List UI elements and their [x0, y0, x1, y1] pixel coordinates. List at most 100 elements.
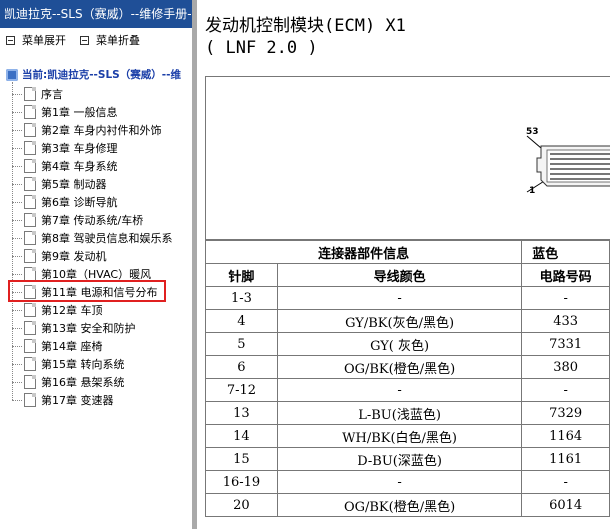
wire-color-cell: L-BU(浅蓝色) [276, 401, 523, 425]
tree-item[interactable]: 第15章 转向系统 [12, 355, 125, 373]
connector-color-header: 蓝色 [521, 240, 610, 264]
tree-branch-line [12, 219, 22, 221]
book-icon [6, 68, 18, 81]
circuit-number-cell: 1164 [521, 424, 610, 448]
wire-color-cell: OG/BK(橙色/黑色) [276, 493, 523, 517]
tree-item-label: 第8章 驾驶员信息和娱乐系 [41, 232, 173, 245]
tree-branch-line [12, 165, 22, 167]
document-icon [24, 195, 36, 209]
document-icon [24, 321, 36, 335]
wire-color-cell: - [276, 286, 523, 310]
tree-root-label: 当前:凯迪拉克--SLS（赛威）--维 [22, 69, 181, 81]
document-icon [24, 303, 36, 317]
collapse-icon [80, 35, 89, 45]
circuit-number-cell: - [521, 378, 610, 402]
pin-cell: 15 [205, 447, 278, 471]
wire-color-cell: - [276, 378, 523, 402]
tree-item[interactable]: 第14章 座椅 [12, 337, 103, 355]
window-title: 凯迪拉克--SLS（赛威）--维修手册-- [0, 0, 192, 28]
pin-cell: 1-3 [205, 286, 278, 310]
tree-item[interactable]: 第1章 一般信息 [12, 103, 118, 121]
table-row: 5 GY( 灰色) 7331 [205, 332, 610, 356]
table-row: 4 GY/BK(灰色/黑色) 433 [205, 309, 610, 333]
wire-color-cell: - [276, 470, 523, 494]
tree-toolbar: 菜单展开 菜单折叠 [0, 30, 192, 48]
connector-info-header: 连接器部件信息 [204, 240, 523, 264]
tree-item-label: 第12章 车顶 [41, 304, 103, 317]
tree-branch-line [12, 129, 22, 131]
circuit-number-cell: 1161 [521, 447, 610, 471]
tree-branch-line [12, 327, 22, 329]
tree-branch-line [12, 93, 22, 95]
table-row: 15 D-BU(深蓝色) 1161 [205, 447, 610, 471]
document-icon [24, 357, 36, 371]
tree-branch-line [12, 183, 22, 185]
document-icon [24, 123, 36, 137]
table-row: 7-12- - [205, 378, 610, 402]
tree-item[interactable]: 序言 [12, 85, 63, 103]
tree-item-label: 第5章 制动器 [41, 178, 107, 191]
page-title-line-1: 发动机控制模块(ECM) X1 [205, 16, 406, 36]
tree-branch-line [12, 147, 22, 149]
wire-color-cell: WH/BK(白色/黑色) [276, 424, 523, 448]
circuit-number-cell: 380 [521, 355, 610, 379]
table-row: 13 L-BU(浅蓝色) 7329 [205, 401, 610, 425]
table-row: 14 WH/BK(白色/黑色) 1164 [205, 424, 610, 448]
wire-color-cell: GY( 灰色) [276, 332, 523, 356]
table-row: 16-19- - [205, 470, 610, 494]
tree-item[interactable]: 第4章 车身系统 [12, 157, 118, 175]
tree-item[interactable]: 第7章 传动系统/车桥 [12, 211, 143, 229]
page-title-line-2: ( LNF 2.0 ) [205, 38, 318, 58]
document-icon [24, 213, 36, 227]
pin-cell: 6 [205, 355, 278, 379]
document-pane: 发动机控制模块(ECM) X1 ( LNF 2.0 ) 53 1 连接器部件信息… [197, 0, 610, 529]
tree-item-label: 第14章 座椅 [41, 340, 103, 353]
tree-item[interactable]: 第17章 变速器 [12, 391, 114, 409]
tree-item[interactable]: 第5章 制动器 [12, 175, 107, 193]
pin-cell: 7-12 [205, 378, 278, 402]
tree-item[interactable]: 第12章 车顶 [12, 301, 103, 319]
document-icon [24, 375, 36, 389]
tree-item[interactable]: 第6章 诊断导航 [12, 193, 118, 211]
document-icon [24, 393, 36, 407]
tree-root[interactable]: 当前:凯迪拉克--SLS（赛威）--维 [6, 67, 181, 82]
circuit-number-column-header: 电路号码 [521, 263, 610, 287]
page-title: 发动机控制模块(ECM) X1 ( LNF 2.0 ) [205, 15, 406, 59]
circuit-number-cell: - [521, 470, 610, 494]
tree-branch-line [12, 111, 22, 113]
tree-item[interactable]: 第16章 悬架系统 [12, 373, 125, 391]
table-row: 1-3- - [205, 286, 610, 310]
wire-color-cell: OG/BK(橙色/黑色) [276, 355, 523, 379]
collapse-menu-button[interactable]: 菜单折叠 [80, 32, 140, 48]
expand-icon [6, 35, 15, 45]
circuit-number-cell: 7329 [521, 401, 610, 425]
tree-branch-line [12, 309, 22, 311]
tree-branch-line [12, 399, 22, 401]
document-icon [24, 141, 36, 155]
tree-branch-line [12, 381, 22, 383]
table-row: 20 OG/BK(橙色/黑色) 6014 [205, 493, 610, 517]
tree-item-label: 第15章 转向系统 [41, 358, 125, 371]
tree-item-label: 序言 [41, 88, 63, 101]
circuit-number-cell: 6014 [521, 493, 610, 517]
pin-cell: 14 [205, 424, 278, 448]
document-icon [24, 267, 36, 281]
document-icon [24, 177, 36, 191]
navigation-pane: 凯迪拉克--SLS（赛威）--维修手册-- 菜单展开 菜单折叠 当前:凯迪拉克-… [0, 0, 192, 529]
tree-item[interactable]: 第8章 驾驶员信息和娱乐系 [12, 229, 173, 247]
tree-item[interactable]: 第3章 车身修理 [12, 139, 118, 157]
tree-item-label: 第17章 变速器 [41, 394, 114, 407]
pin-cell: 20 [205, 493, 278, 517]
document-icon [24, 339, 36, 353]
tree-item-label: 第16章 悬架系统 [41, 376, 125, 389]
tree-item[interactable]: 第13章 安全和防护 [12, 319, 136, 337]
expand-menu-button[interactable]: 菜单展开 [6, 32, 66, 48]
tree-item[interactable]: 第9章 发动机 [12, 247, 107, 265]
tree-item[interactable]: 第2章 车身内衬件和外饰 [12, 121, 162, 139]
expand-menu-label: 菜单展开 [22, 34, 66, 47]
tree-item-label: 第3章 车身修理 [41, 142, 118, 155]
tree-branch-line [12, 345, 22, 347]
selection-highlight-box [8, 280, 166, 302]
wire-color-column-header: 导线颜色 [276, 263, 523, 287]
tree-item-label: 第2章 车身内衬件和外饰 [41, 124, 162, 137]
